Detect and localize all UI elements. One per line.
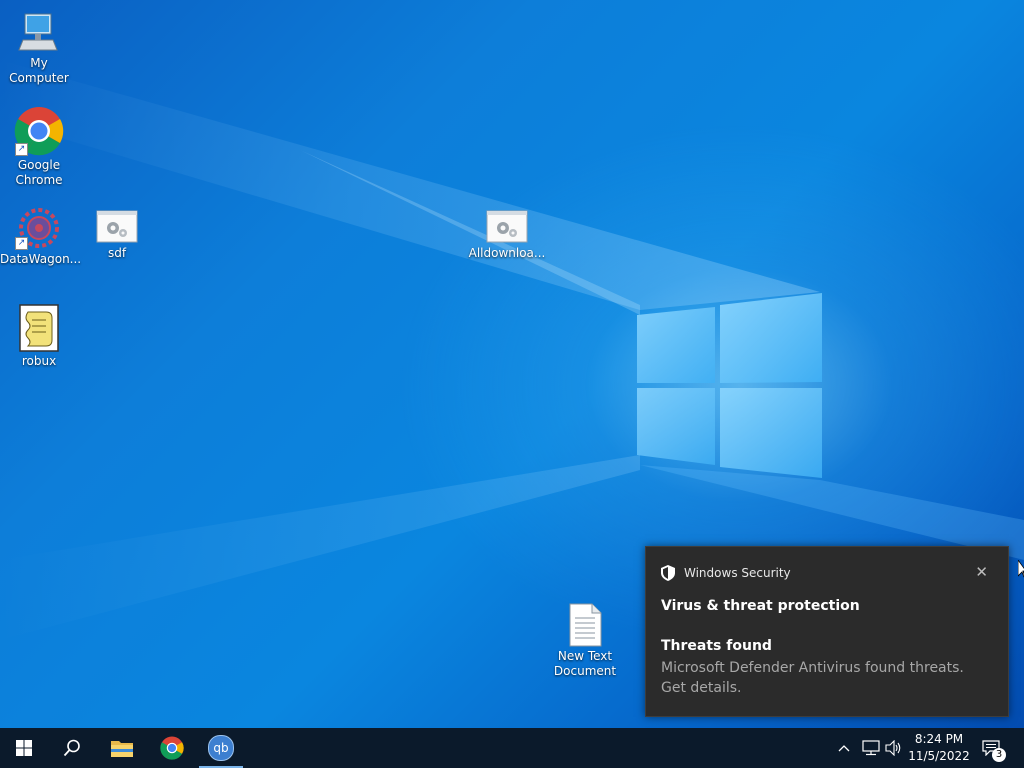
start-button[interactable] xyxy=(0,728,48,768)
desktop-icon-robux[interactable]: robux xyxy=(0,304,78,369)
icon-label: Alldownloa... xyxy=(468,246,546,260)
desktop-icon-datawagon[interactable]: ↗ DataWagon... xyxy=(0,206,82,267)
taskbar-clock[interactable]: 8:24 PM 11/5/2022 xyxy=(905,731,973,765)
text-document-icon xyxy=(569,603,602,647)
notification-count-badge: 3 xyxy=(992,748,1006,762)
icon-label: Document xyxy=(553,664,617,678)
taskbar-file-explorer[interactable] xyxy=(98,728,146,768)
taskbar-qbittorrent[interactable]: qb xyxy=(197,728,245,768)
notification-title: Virus & threat protection xyxy=(661,598,860,614)
network-icon xyxy=(862,740,880,756)
notification-app-name: Windows Security xyxy=(684,566,791,580)
desktop-icon-my-computer[interactable]: My Computer xyxy=(0,10,78,86)
clock-date: 11/5/2022 xyxy=(908,749,970,763)
icon-label: DataWagon... xyxy=(0,252,82,266)
speaker-icon xyxy=(885,740,901,756)
icon-label: robux xyxy=(21,354,57,368)
desktop-icon-new-text-document[interactable]: New Text Document xyxy=(546,603,624,679)
computer-icon xyxy=(18,13,58,51)
close-icon[interactable]: ✕ xyxy=(975,563,988,581)
notification-body[interactable]: Microsoft Defender Antivirus found threa… xyxy=(661,658,991,698)
folder-icon xyxy=(111,741,133,757)
windows-security-notification[interactable]: Windows Security ✕ Virus & threat protec… xyxy=(645,546,1009,717)
icon-label: Google xyxy=(17,158,61,172)
windows-start-icon xyxy=(16,740,32,756)
icon-label: New Text xyxy=(557,649,613,663)
shortcut-arrow-icon: ↗ xyxy=(15,143,28,156)
chrome-icon xyxy=(160,736,184,760)
notification-subtitle: Threats found xyxy=(661,638,772,654)
notification-header: Windows Security xyxy=(661,565,791,581)
desktop-icon-google-chrome[interactable]: ↗ Google Chrome xyxy=(0,106,78,188)
icon-label: My Computer xyxy=(9,56,69,85)
taskbar: qb 8:24 PM 11/5/2022 xyxy=(0,728,1024,768)
icon-label: Chrome xyxy=(15,173,63,187)
desktop-icon-sdf[interactable]: sdf xyxy=(78,210,156,261)
desktop-icon-alldownload[interactable]: Alldownloa... xyxy=(468,210,546,261)
shortcut-arrow-icon: ↗ xyxy=(15,237,28,250)
show-hidden-icons-button[interactable] xyxy=(838,728,856,768)
windows-logo-wallpaper xyxy=(637,293,822,478)
network-tray-button[interactable] xyxy=(862,728,882,768)
icon-label: sdf xyxy=(107,246,127,260)
volume-tray-button[interactable] xyxy=(885,728,905,768)
shield-icon xyxy=(661,565,675,581)
search-button[interactable] xyxy=(48,728,96,768)
qbittorrent-icon: qb xyxy=(208,735,234,761)
mouse-cursor-icon xyxy=(1018,560,1024,578)
taskbar-google-chrome[interactable] xyxy=(148,728,196,768)
search-icon xyxy=(63,739,80,757)
settings-file-icon xyxy=(486,210,528,243)
clock-time: 8:24 PM xyxy=(914,732,964,746)
settings-file-icon xyxy=(96,210,138,243)
script-file-icon xyxy=(19,304,59,352)
chevron-up-icon xyxy=(838,745,850,752)
